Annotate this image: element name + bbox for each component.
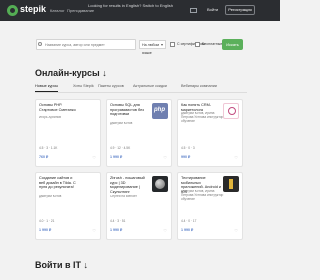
course-stats: 4.5 · 3 · 1.1K [39,146,58,150]
language-flag-icon[interactable] [190,8,197,13]
tab-company-webinars[interactable]: Вебинары компании [181,84,217,88]
search-button[interactable]: Искать [222,39,243,50]
course-card[interactable]: Как понять CRM-маркетолога Дмитрий Котов… [177,99,243,167]
course-price: 990 ₽ [181,155,191,159]
course-author: Дмитрий Котов [110,122,133,125]
heart-icon[interactable]: ♡ [234,155,238,160]
mobile-app-thumbnail-icon [223,176,239,192]
course-title[interactable]: Создание сайтов и веб дизайн в Tilda. С … [39,176,79,190]
course-card[interactable]: Основы SQL для программистов без подгото… [106,99,172,167]
zbrush-sphere-icon [152,176,168,192]
course-card[interactable]: Создание сайтов и веб дизайн в Tilda. С … [35,172,101,240]
heart-icon[interactable]: ♡ [163,155,167,160]
it-section-heading[interactable]: Войти в IT ↓ [35,260,88,270]
nav-catalog[interactable]: Каталог [50,8,65,13]
course-card[interactable]: Основы PHP. Стартовое Сметанко Игорь Арх… [35,99,101,167]
nav-teaching[interactable]: Преподавание [67,8,94,13]
course-author: Дмитрий Котов [39,195,62,198]
course-stats: 4.5 · 0 · 3 [181,146,195,150]
tab-stepik-hits[interactable]: Хиты Stepik [73,84,94,88]
search-bar: На любом языке С сертификатом Бесплатные… [0,30,280,60]
crm-course-icon [223,103,239,119]
course-author: Сергей на Blender [110,195,137,198]
course-author: Дмитрий Котов, Ирина Петрова Устнова инс… [181,112,224,123]
heart-icon[interactable]: ♡ [92,228,96,233]
free-checkbox[interactable] [195,42,200,47]
online-courses-heading[interactable]: Онлайн-курсы ↓ [35,68,107,78]
course-author: Игорь Архипов [39,116,61,119]
language-banner[interactable]: Looking for results in English? Switch t… [88,3,173,8]
course-price: 1 990 ₽ [110,228,123,232]
tab-new-courses[interactable]: Новые курсы [35,84,59,92]
course-author: Дмитрий Котов, Ирина Петрова Устнова инс… [181,190,224,201]
register-button[interactable]: Регистрация [225,5,255,15]
login-link[interactable]: Войти [207,7,218,12]
certificate-checkbox[interactable] [170,42,175,47]
search-input[interactable] [36,39,136,50]
course-price: 760 ₽ [39,155,49,159]
heart-icon[interactable]: ♡ [163,228,167,233]
course-price: 1 990 ₽ [181,228,194,232]
course-title[interactable]: Основы PHP. Стартовое Сметанко [39,103,79,112]
course-stats: 4.4 · 3 · 51 [110,219,126,223]
course-stats: 4.9 · 12 · 4.5K [110,146,131,150]
tab-course-bundles[interactable]: Пакеты курсов [98,84,124,88]
course-title[interactable]: Zbrush - пошаговый курс | 3D моделирован… [110,176,150,194]
course-stats: 4.4 · 0 · 17 [181,219,197,223]
stepik-logo-icon[interactable] [7,5,18,16]
certificate-label: С сертификатом [177,42,205,46]
course-title[interactable]: Основы SQL для программистов без подгото… [110,103,150,117]
free-label: Бесплатные [202,42,223,46]
search-icon [38,42,42,46]
course-price: 1 990 ₽ [110,155,123,159]
course-title[interactable]: Как понять CRM-маркетолога [181,103,221,112]
php-logo-icon: php [152,103,168,119]
heart-icon[interactable]: ♡ [92,155,96,160]
course-stats: 4.0 · 1 · 21 [39,219,55,223]
language-select[interactable]: На любом языке [139,40,166,55]
heart-icon[interactable]: ♡ [234,228,238,233]
course-card[interactable]: Zbrush - пошаговый курс | 3D моделирован… [106,172,172,240]
tabs-divider [35,92,247,93]
brand-name[interactable]: stepik [20,4,46,14]
course-price: 1 990 ₽ [39,228,52,232]
top-navbar: stepik Каталог Преподавание Looking for … [0,0,280,21]
tab-discounts[interactable]: Актуальные скидки [133,84,167,88]
course-card[interactable]: Тестирование мобильных приложений. Andro… [177,172,243,240]
